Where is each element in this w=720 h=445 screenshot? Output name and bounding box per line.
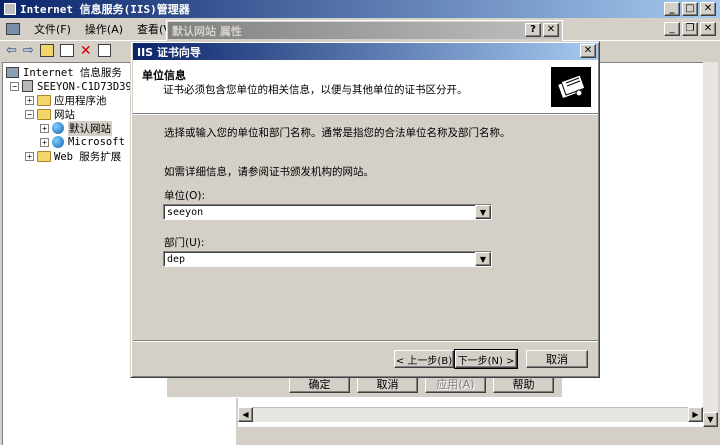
child-restore-button[interactable]: ❐ <box>682 22 698 36</box>
app-icon <box>4 3 16 15</box>
main-titlebar: Internet 信息服务(IIS)管理器 _ □ ✕ <box>0 0 720 18</box>
wizard-header-title: 单位信息 <box>142 69 186 82</box>
wizard-detail: 如需详细信息，请参阅证书颁发机构的网站。 <box>164 166 374 178</box>
properties-icon[interactable] <box>97 44 111 57</box>
tree-default-site[interactable]: + 默认网站 <box>40 120 112 136</box>
tree-websites[interactable]: − 网站 <box>25 107 75 121</box>
maximize-button[interactable]: □ <box>682 2 698 16</box>
folder-icon <box>37 94 51 106</box>
chevron-down-icon[interactable]: ▼ <box>475 252 491 266</box>
wizard-header-desc: 证书必须包含您单位的相关信息，以便与其他单位的证书区分开。 <box>163 84 468 96</box>
back-button[interactable]: < 上一步(B) <box>394 350 454 368</box>
minimize-button[interactable]: _ <box>664 2 680 16</box>
menu-file[interactable]: 文件(F) <box>34 21 71 37</box>
back-arrow-icon[interactable]: ⇦ <box>6 43 17 58</box>
properties-close-button[interactable]: ✕ <box>543 23 559 37</box>
forward-arrow-icon[interactable]: ⇨ <box>23 43 34 58</box>
org-label: 单位(O): <box>164 190 205 202</box>
folder-icon <box>37 150 51 162</box>
delete-icon[interactable]: ✕ <box>80 43 92 59</box>
chevron-down-icon[interactable]: ▼ <box>475 205 491 219</box>
globe-icon <box>52 122 64 134</box>
computer-icon <box>6 66 19 78</box>
app-title: Internet 信息服务(IIS)管理器 <box>20 3 190 16</box>
expand-icon[interactable]: + <box>40 123 49 133</box>
scroll-right-button[interactable]: ▶ <box>688 407 703 422</box>
vertical-scrollbar[interactable] <box>703 62 718 427</box>
properties-title: 默认网站 属性 <box>172 24 242 38</box>
wizard-cancel-button[interactable]: 取消 <box>526 350 588 368</box>
expand-icon[interactable]: + <box>25 95 34 105</box>
tree-microsoft-site[interactable]: + Microsoft SI <box>40 135 144 149</box>
wizard-header: 单位信息 证书必须包含您单位的相关信息，以便与其他单位的证书区分开。 <box>133 60 598 114</box>
expand-icon[interactable]: + <box>40 137 49 147</box>
wizard-separator <box>133 340 598 342</box>
horizontal-scrollbar[interactable] <box>238 407 703 422</box>
next-button[interactable]: 下一步(N) > <box>454 349 518 369</box>
folder-icon <box>37 108 51 120</box>
scroll-left-button[interactable]: ◀ <box>238 407 253 422</box>
child-close-button[interactable]: ✕ <box>700 22 716 36</box>
show-tree-icon[interactable] <box>59 44 74 57</box>
collapse-icon[interactable]: − <box>10 81 19 91</box>
dept-input[interactable]: dep <box>164 254 475 265</box>
tree-app-pools[interactable]: + 应用程序池 <box>25 93 107 107</box>
wizard-close-button[interactable]: ✕ <box>580 44 596 58</box>
certificate-icon <box>551 67 591 107</box>
org-input[interactable]: seeyon <box>164 207 475 218</box>
tree-web-ext[interactable]: + Web 服务扩展 <box>25 149 121 163</box>
tree-root[interactable]: Internet 信息服务 <box>6 65 122 79</box>
up-folder-icon[interactable] <box>39 44 54 57</box>
collapse-icon[interactable]: − <box>25 109 34 119</box>
wizard-instruction: 选择或输入您的单位和部门名称。通常是指您的合法单位名称及部门名称。 <box>164 127 511 139</box>
mmc-icon <box>6 23 20 35</box>
wizard-titlebar: IIS 证书向导 ✕ <box>133 43 598 60</box>
child-minimize-button[interactable]: _ <box>664 22 680 36</box>
dept-label: 部门(U): <box>164 237 205 249</box>
properties-titlebar: 默认网站 属性 ? ✕ <box>168 22 561 39</box>
expand-icon[interactable]: + <box>25 151 34 161</box>
wizard-title: IIS 证书向导 <box>137 45 201 59</box>
scroll-down-button[interactable]: ▼ <box>703 412 718 427</box>
close-button[interactable]: ✕ <box>700 2 716 16</box>
menu-action[interactable]: 操作(A) <box>85 21 123 37</box>
dept-combobox[interactable]: dep ▼ <box>163 251 492 267</box>
help-button[interactable]: ? <box>525 23 541 37</box>
globe-icon <box>52 136 64 148</box>
server-icon <box>22 80 33 92</box>
org-combobox[interactable]: seeyon ▼ <box>163 204 492 220</box>
